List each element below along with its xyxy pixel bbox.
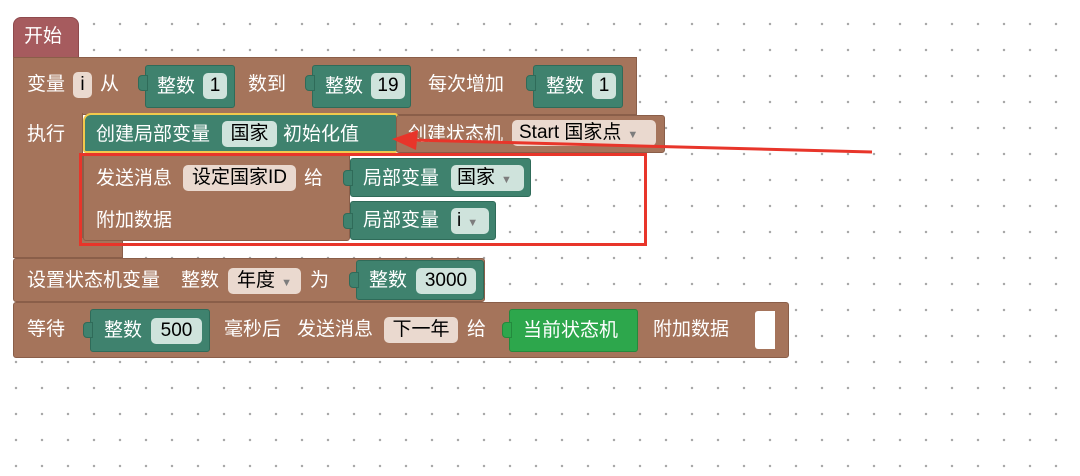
create-sm-label: 创建状态机 bbox=[408, 124, 504, 145]
annotation-highlight-box bbox=[79, 153, 647, 246]
connector-tab bbox=[305, 75, 315, 91]
state-machine-value: Start 国家点 bbox=[519, 122, 622, 143]
connector-tab bbox=[526, 75, 536, 91]
sm-var-dropdown[interactable]: 年度 ▼ bbox=[228, 268, 301, 294]
current-sm-label: 当前状态机 bbox=[523, 320, 619, 341]
int-label-to: 整数 bbox=[325, 76, 364, 97]
local-var-name-field[interactable]: 国家 bbox=[222, 121, 277, 147]
set-sm-type-label: 整数 bbox=[181, 270, 220, 291]
start-label: 开始 bbox=[24, 26, 63, 47]
wait-send-label: 发送消息 bbox=[297, 319, 374, 340]
dropdown-arrow-icon: ▼ bbox=[281, 277, 292, 289]
set-as-label: 为 bbox=[310, 270, 330, 291]
int-value-500[interactable]: 500 bbox=[151, 318, 202, 344]
wait-message-field[interactable]: 下一年 bbox=[384, 317, 458, 343]
wait-attach-label: 附加数据 bbox=[653, 319, 730, 340]
from-value-field[interactable]: 1 bbox=[203, 73, 227, 99]
int-value-3000[interactable]: 3000 bbox=[416, 268, 476, 294]
int-label-500: 整数 bbox=[104, 320, 143, 341]
connector-tab bbox=[502, 322, 512, 338]
sm-var-value: 年度 bbox=[237, 270, 276, 291]
connector-tab bbox=[138, 75, 148, 91]
set-sm-var-label: 设置状态机变量 bbox=[27, 270, 161, 291]
loop-from-label: 从 bbox=[100, 74, 120, 95]
loop-step-label: 每次增加 bbox=[428, 74, 505, 95]
empty-input-socket[interactable] bbox=[755, 311, 775, 349]
loop-var-field[interactable]: i bbox=[73, 72, 92, 98]
dropdown-arrow-icon: ▼ bbox=[627, 129, 639, 141]
ms-after-label: 毫秒后 bbox=[224, 319, 282, 340]
wait-to-label: 给 bbox=[467, 319, 487, 340]
loop-to-label: 数到 bbox=[248, 74, 287, 95]
int-label-3000: 整数 bbox=[369, 270, 408, 291]
step-value-field[interactable]: 1 bbox=[592, 73, 616, 99]
create-local-label: 创建局部变量 bbox=[96, 124, 211, 145]
loop-do-label: 执行 bbox=[27, 124, 66, 145]
wait-label: 等待 bbox=[27, 319, 66, 340]
connector-tab bbox=[83, 322, 93, 338]
init-value-label: 初始化值 bbox=[283, 124, 360, 145]
loop-var-label: 变量 bbox=[27, 74, 66, 95]
to-value-field[interactable]: 19 bbox=[371, 73, 405, 99]
connector-tab bbox=[349, 272, 359, 288]
int-label-from: 整数 bbox=[157, 76, 196, 97]
int-label-step: 整数 bbox=[546, 76, 585, 97]
state-machine-dropdown[interactable]: Start 国家点 ▼ bbox=[512, 120, 656, 146]
